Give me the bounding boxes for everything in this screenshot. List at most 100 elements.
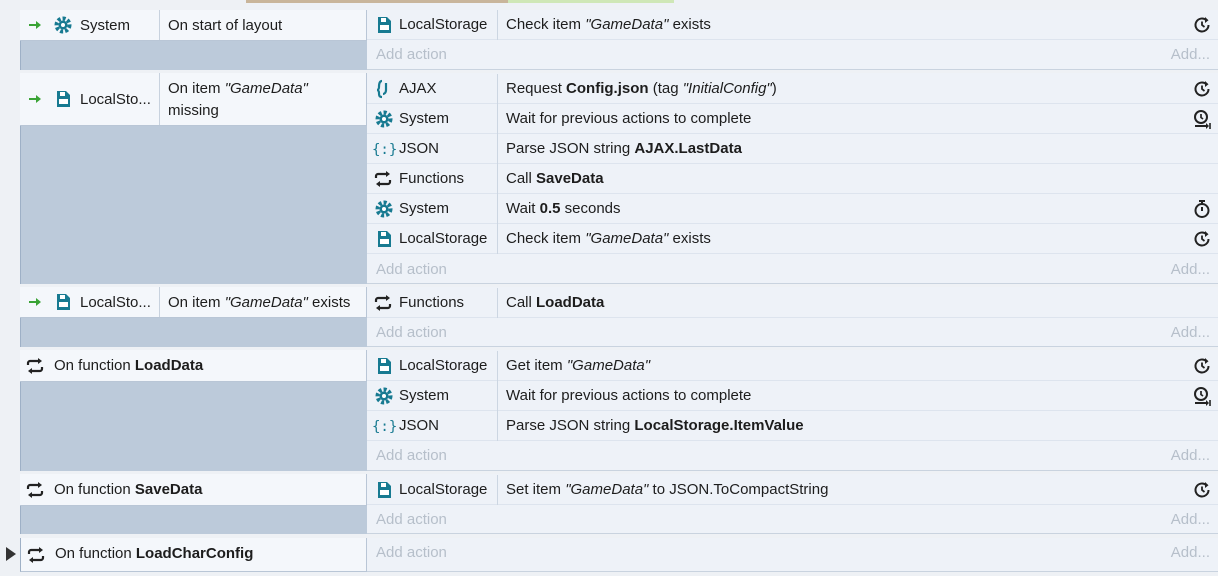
function-title: On function SaveData	[54, 481, 203, 498]
action-text: Call SaveData	[506, 170, 604, 187]
action-object-name: JSON	[399, 140, 440, 157]
action-row[interactable]: Functions Call SaveData	[367, 164, 1218, 194]
action-object-name: JSON	[399, 417, 440, 434]
condition-text-line1: On item "GameData"	[168, 80, 308, 97]
trigger-arrow-icon	[26, 89, 46, 109]
action-row[interactable]: {:} JSON Parse JSON string AJAX.LastData	[367, 134, 1218, 164]
action-row[interactable]: Functions Call LoadData	[367, 288, 1218, 318]
function-block-savedata[interactable]: On function SaveData LocalStorage Set it…	[20, 474, 1218, 534]
condition-row[interactable]: LocalSto... On item "GameData" exists	[20, 287, 367, 318]
function-header[interactable]: On function LoadData	[20, 350, 367, 382]
add-action-short: Add...	[1170, 447, 1210, 464]
local-storage-icon	[53, 89, 73, 109]
action-text: Wait for previous actions to complete	[506, 387, 752, 404]
stopwatch-icon	[1192, 199, 1212, 219]
add-action-label: Add action	[376, 544, 447, 561]
action-text: Wait 0.5 seconds	[506, 200, 621, 217]
action-row[interactable]: System Wait for previous actions to comp…	[367, 104, 1218, 134]
action-object-name: System	[399, 387, 450, 404]
event-block-gamedata-exists[interactable]: LocalSto... On item "GameData" exists Fu…	[20, 287, 1218, 347]
action-row[interactable]: LocalStorage Set item "GameData" to JSON…	[367, 475, 1218, 505]
add-action-short: Add...	[1170, 261, 1210, 278]
async-icon	[1192, 15, 1212, 35]
gear-icon	[374, 386, 394, 406]
add-action-row[interactable]: Add action Add...	[367, 505, 1218, 535]
add-action-row[interactable]: Add action Add...	[367, 255, 1218, 285]
action-object-name: LocalStorage	[399, 16, 488, 33]
local-storage-icon	[53, 292, 73, 312]
add-action-short: Add...	[1170, 46, 1210, 63]
expand-caret-icon[interactable]	[5, 546, 17, 562]
action-object-name: LocalStorage	[399, 481, 488, 498]
event-block-start-of-layout[interactable]: System On start of layout LocalStorage C…	[20, 10, 1218, 70]
event-block-gamedata-missing[interactable]: LocalSto... On item "GameData" missing A…	[20, 73, 1218, 284]
action-row[interactable]: System Wait for previous actions to comp…	[367, 381, 1218, 411]
svg-text:{:}: {:}	[372, 419, 396, 435]
wait-complete-icon	[1192, 109, 1212, 129]
add-action-row[interactable]: Add action Add...	[367, 538, 1218, 568]
functions-icon	[373, 293, 393, 313]
add-action-row[interactable]: Add action Add...	[367, 40, 1218, 70]
async-icon	[1192, 356, 1212, 376]
function-block-loaddata[interactable]: On function LoadData LocalStorage Get it…	[20, 350, 1218, 471]
wait-complete-icon	[1192, 386, 1212, 406]
action-text: Check item "GameData" exists	[506, 16, 711, 33]
add-action-short: Add...	[1170, 544, 1210, 561]
action-row[interactable]: AJAX Request Config.json (tag "InitialCo…	[367, 74, 1218, 104]
function-title: On function LoadCharConfig	[55, 545, 254, 562]
condition-object-name: LocalSto...	[80, 91, 151, 108]
functions-icon	[25, 356, 45, 376]
action-text: Call LoadData	[506, 294, 605, 311]
add-action-label: Add action	[376, 46, 447, 63]
add-action-row[interactable]: Add action Add...	[367, 441, 1218, 471]
action-object-name: Functions	[399, 294, 465, 311]
json-icon: {:}	[372, 139, 396, 159]
action-text: Get item "GameData"	[506, 357, 651, 374]
async-icon	[1192, 79, 1212, 99]
action-text: Parse JSON string LocalStorage.ItemValue	[506, 417, 804, 434]
functions-icon	[26, 545, 46, 565]
gear-icon	[374, 199, 394, 219]
functions-icon	[373, 169, 393, 189]
function-header[interactable]: On function SaveData	[20, 474, 367, 506]
add-action-label: Add action	[376, 261, 447, 278]
trigger-arrow-icon	[26, 15, 46, 35]
condition-text: On item "GameData" exists	[168, 294, 351, 311]
condition-object-name: LocalSto...	[80, 294, 151, 311]
condition-row[interactable]: LocalSto... On item "GameData" missing	[20, 73, 367, 126]
add-action-short: Add...	[1170, 324, 1210, 341]
async-icon	[1192, 480, 1212, 500]
functions-icon	[25, 480, 45, 500]
svg-text:{:}: {:}	[372, 142, 396, 158]
action-text: Check item "GameData" exists	[506, 230, 711, 247]
action-row[interactable]: System Wait 0.5 seconds	[367, 194, 1218, 224]
action-object-name: System	[399, 200, 450, 217]
add-action-short: Add...	[1170, 511, 1210, 528]
local-storage-icon	[374, 15, 394, 35]
function-header[interactable]: On function LoadCharConfig	[20, 538, 367, 572]
action-object-name: System	[399, 110, 450, 127]
local-storage-icon	[374, 480, 394, 500]
action-text: Request Config.json (tag "InitialConfig"…	[506, 80, 777, 97]
add-action-label: Add action	[376, 324, 447, 341]
function-block-loadcharconfig[interactable]: On function LoadCharConfig Add action Ad…	[20, 538, 1218, 572]
local-storage-icon	[374, 356, 394, 376]
action-object-name: AJAX	[399, 80, 437, 97]
action-object-name: Functions	[399, 170, 465, 187]
function-title: On function LoadData	[54, 357, 204, 374]
top-strip	[0, 0, 1218, 8]
action-row[interactable]: LocalStorage Check item "GameData" exist…	[367, 10, 1218, 40]
condition-text-line2: missing	[168, 102, 219, 119]
action-text: Wait for previous actions to complete	[506, 110, 752, 127]
add-action-label: Add action	[376, 511, 447, 528]
add-action-row[interactable]: Add action Add...	[367, 318, 1218, 348]
action-object-name: LocalStorage	[399, 357, 488, 374]
action-row[interactable]: LocalStorage Get item "GameData"	[367, 351, 1218, 381]
gear-icon	[53, 15, 73, 35]
condition-row[interactable]: System On start of layout	[20, 10, 367, 41]
action-row[interactable]: LocalStorage Check item "GameData" exist…	[367, 224, 1218, 254]
action-row[interactable]: {:} JSON Parse JSON string LocalStorage.…	[367, 411, 1218, 441]
action-text: Parse JSON string AJAX.LastData	[506, 140, 742, 157]
condition-object-name: System	[80, 17, 131, 34]
local-storage-icon	[374, 229, 394, 249]
